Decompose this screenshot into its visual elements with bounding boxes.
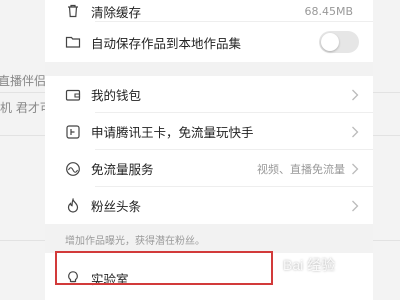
toggle-knob bbox=[321, 33, 339, 51]
chevron-right-icon bbox=[351, 89, 359, 101]
highlight-box bbox=[55, 251, 273, 285]
chevron-right-icon bbox=[351, 200, 359, 212]
fans-headline-label: 粉丝头条 bbox=[91, 199, 142, 214]
auto-save-label: 自动保存作品到本地作品集 bbox=[91, 35, 242, 51]
cache-size-value: 68.45MB bbox=[304, 4, 353, 18]
chevron-right-icon bbox=[351, 163, 359, 175]
settings-section-services: 我的钱包 申请腾讯王卡，免流量玩快手 免流量服务 视频、直播免流量 粉丝头条 bbox=[45, 76, 373, 224]
wave-icon bbox=[65, 161, 81, 177]
settings-section-storage: 清除缓存 68.45MB 自动保存作品到本地作品集 bbox=[45, 0, 373, 62]
watermark-url: jingyan.baidu.com bbox=[300, 274, 365, 283]
sim-card-icon bbox=[65, 124, 81, 140]
flame-icon bbox=[65, 197, 81, 214]
wallet-icon bbox=[65, 87, 81, 103]
wallet-label: 我的钱包 bbox=[91, 88, 142, 103]
background-text-1: 直播伴侣 bbox=[0, 74, 47, 88]
tencent-card-label: 申请腾讯王卡，免流量玩快手 bbox=[91, 125, 254, 140]
wallet-row[interactable]: 我的钱包 bbox=[45, 76, 373, 113]
tencent-card-row[interactable]: 申请腾讯王卡，免流量玩快手 bbox=[45, 113, 373, 150]
clear-cache-label: 清除缓存 bbox=[91, 4, 142, 20]
auto-save-toggle[interactable] bbox=[319, 31, 359, 53]
clear-cache-row[interactable]: 清除缓存 68.45MB bbox=[45, 0, 373, 22]
section-gap bbox=[45, 62, 373, 76]
free-data-row[interactable]: 免流量服务 视频、直播免流量 bbox=[45, 150, 373, 187]
trash-icon bbox=[65, 3, 81, 19]
auto-save-row: 自动保存作品到本地作品集 bbox=[45, 22, 373, 62]
folder-icon bbox=[65, 34, 81, 50]
fans-headline-row[interactable]: 粉丝头条 bbox=[45, 187, 373, 224]
chevron-right-icon bbox=[351, 126, 359, 138]
free-data-value: 视频、直播免流量 bbox=[257, 162, 345, 176]
free-data-label: 免流量服务 bbox=[91, 162, 154, 177]
fans-headline-hint: 增加作品曝光，获得潜在粉丝。 bbox=[45, 224, 373, 253]
watermark-logo: Bai 经验 bbox=[283, 257, 336, 273]
